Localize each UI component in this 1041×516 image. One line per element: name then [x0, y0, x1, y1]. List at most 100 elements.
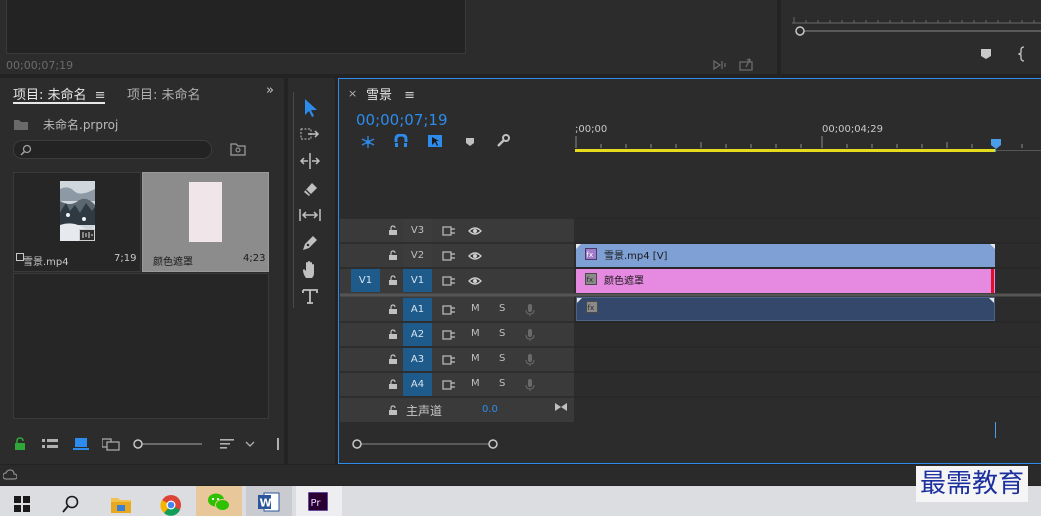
ruler-bottom-line — [995, 150, 1041, 151]
project-tab-underline — [13, 102, 105, 104]
linked-selection-icon[interactable] — [427, 134, 443, 148]
solo-button[interactable]: S — [499, 353, 505, 364]
track-target-a2[interactable]: A2 — [403, 323, 432, 346]
eye-icon[interactable] — [468, 251, 482, 261]
panel-overflow-icon[interactable]: » — [266, 83, 274, 98]
sort-dropdown-icon[interactable] — [245, 440, 255, 448]
timeline-timecode[interactable]: 00;00;07;19 — [356, 111, 448, 129]
clip-v1-color-matte[interactable]: fx 颜色遮罩 — [576, 269, 995, 293]
lock-icon[interactable] — [388, 405, 398, 416]
track-target-v1[interactable]: V1 — [403, 269, 432, 292]
sync-lock-icon[interactable] — [442, 275, 456, 287]
sync-lock-icon[interactable] — [442, 225, 456, 237]
program-zoom-scroll[interactable] — [795, 25, 1041, 37]
track-header-a4: A4 M S — [340, 373, 574, 397]
cloud-sync-icon[interactable] — [3, 469, 17, 480]
type-tool-icon[interactable] — [302, 288, 318, 304]
search-icon[interactable] — [62, 495, 80, 513]
thumbnail-zoom-slider[interactable] — [132, 438, 204, 450]
track-target-a4[interactable]: A4 — [403, 373, 432, 396]
track-target-a3[interactable]: A3 — [403, 348, 432, 371]
sort-icon[interactable] — [220, 438, 236, 450]
word-icon: W — [258, 492, 280, 512]
lock-icon[interactable] — [14, 437, 26, 451]
solo-button[interactable]: S — [499, 378, 505, 389]
tab-menu-icon[interactable]: ≡ — [404, 88, 415, 103]
file-explorer-icon[interactable] — [110, 494, 132, 514]
pen-tool-icon[interactable] — [301, 234, 319, 252]
timeline-settings-wrench-icon[interactable] — [496, 134, 510, 148]
voiceover-mic-icon[interactable] — [525, 303, 535, 317]
mute-button[interactable]: M — [471, 378, 480, 389]
settings-output-icon[interactable] — [738, 57, 754, 72]
solo-button[interactable]: S — [499, 328, 505, 339]
sync-lock-icon[interactable] — [442, 379, 456, 391]
lock-icon[interactable] — [388, 304, 398, 315]
word-taskbar-button[interactable]: W — [246, 486, 292, 516]
lock-icon[interactable] — [388, 329, 398, 340]
media-tile-color-matte[interactable]: 颜色遮罩 4;23 — [142, 172, 269, 272]
timeline-zoom-scrollbar[interactable] — [350, 438, 500, 450]
eye-icon[interactable] — [468, 226, 482, 236]
solo-button[interactable]: S — [499, 303, 505, 314]
sync-lock-icon[interactable] — [442, 354, 456, 366]
snap-icon[interactable] — [394, 134, 408, 148]
mark-in-icon[interactable] — [1018, 46, 1028, 62]
icon-view-icon[interactable] — [73, 437, 89, 451]
track-target-v2[interactable]: V2 — [403, 244, 432, 267]
hand-tool-icon[interactable] — [301, 260, 319, 280]
tab-menu-icon[interactable]: ≡ — [95, 88, 106, 103]
mute-button[interactable]: M — [471, 303, 480, 314]
video-audio-badge-icon — [79, 229, 95, 241]
time-ruler[interactable] — [575, 136, 1041, 150]
track-target-v3[interactable]: V3 — [403, 219, 432, 242]
track-select-tool-icon[interactable] — [300, 126, 320, 142]
new-bin-icon[interactable] — [230, 142, 246, 156]
add-marker-icon[interactable] — [980, 48, 992, 60]
project-tab-inactive[interactable]: 项目: 未命名 — [127, 84, 201, 103]
clip-v2-snow[interactable]: fx 雪景.mp4 [V] — [576, 244, 995, 267]
track-header-v1: V1 V1 — [340, 269, 574, 293]
chrome-icon[interactable] — [160, 494, 182, 516]
premiere-taskbar-button[interactable]: Pr — [296, 486, 342, 516]
export-frame-icon[interactable] — [712, 58, 728, 72]
ripple-edit-tool-icon[interactable] — [300, 152, 320, 170]
mute-button[interactable]: M — [471, 353, 480, 364]
clip-a1-audio[interactable]: fx — [576, 297, 995, 321]
voiceover-mic-icon[interactable] — [525, 378, 535, 392]
lock-icon[interactable] — [388, 225, 398, 236]
project-search-input[interactable] — [13, 140, 212, 159]
master-volume-value[interactable]: 0.0 — [482, 404, 498, 415]
slip-tool-icon[interactable] — [299, 207, 321, 223]
voiceover-mic-icon[interactable] — [525, 328, 535, 342]
razor-tool-icon[interactable] — [301, 180, 319, 198]
lock-icon[interactable] — [388, 379, 398, 390]
project-tab-active[interactable]: 项目: 未命名 ≡ — [13, 84, 106, 103]
sync-lock-icon[interactable] — [442, 250, 456, 262]
nest-toggle-icon[interactable] — [360, 135, 376, 149]
list-view-icon[interactable] — [42, 438, 58, 450]
sync-lock-icon[interactable] — [442, 304, 456, 316]
add-marker-icon[interactable] — [465, 137, 475, 147]
mute-button[interactable]: M — [471, 328, 480, 339]
sync-lock-icon[interactable] — [442, 329, 456, 341]
ruler-label: 00;00;04;29 — [822, 124, 884, 135]
go-to-edit-point-icon[interactable] — [554, 402, 568, 412]
eye-icon[interactable] — [468, 276, 482, 286]
sequence-tab[interactable]: 雪景 ≡ — [366, 84, 415, 103]
lock-icon[interactable] — [388, 354, 398, 365]
selection-tool-icon[interactable] — [302, 98, 320, 118]
lock-icon[interactable] — [388, 275, 398, 286]
program-ruler[interactable] — [792, 14, 1041, 24]
freeform-view-icon[interactable] — [102, 437, 120, 451]
source-patch-v1[interactable]: V1 — [351, 269, 380, 292]
project-filename: 未命名.prproj — [43, 118, 119, 132]
playhead-handle[interactable] — [990, 138, 1002, 150]
wechat-taskbar-button[interactable] — [196, 486, 242, 516]
media-tile-snow[interactable]: 雪景.mp4 7;19 — [13, 172, 141, 272]
track-target-a1[interactable]: A1 — [403, 298, 432, 321]
lock-icon[interactable] — [388, 250, 398, 261]
windows-start-icon[interactable] — [14, 496, 30, 512]
close-sequence-icon[interactable]: × — [348, 87, 357, 100]
voiceover-mic-icon[interactable] — [525, 353, 535, 367]
